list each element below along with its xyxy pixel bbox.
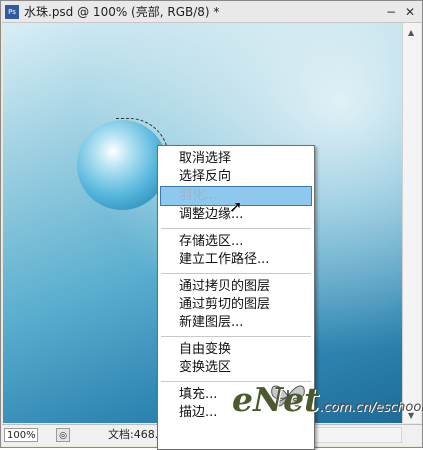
- zoom-field[interactable]: 100%: [4, 428, 38, 442]
- menu-item-deselect[interactable]: 取消选择: [158, 150, 314, 168]
- minimize-icon[interactable]: −: [385, 6, 397, 18]
- menu-item-transform-selection[interactable]: 变换选区: [158, 359, 314, 377]
- close-icon[interactable]: ✕: [404, 6, 416, 18]
- menu-item-layer-via-cut[interactable]: 通过剪切的图层: [158, 296, 314, 314]
- scroll-up-icon[interactable]: ▲: [408, 28, 414, 37]
- title-bar[interactable]: Ps 水珠.psd @ 100% (亮部, RGB/8) * − ✕: [2, 2, 422, 23]
- watermark: eNet.com.cn/eschool: [232, 380, 423, 419]
- menu-item-select-inverse[interactable]: 选择反向: [158, 168, 314, 186]
- menu-item-make-work-path[interactable]: 建立工作路径...: [158, 251, 314, 269]
- menu-item-free-transform[interactable]: 自由变换: [158, 341, 314, 359]
- menu-separator: [161, 336, 311, 337]
- menu-item-layer-via-copy[interactable]: 通过拷贝的图层: [158, 278, 314, 296]
- status-menu-icon[interactable]: ◎: [56, 428, 70, 442]
- watermark-main: eNet: [232, 380, 320, 419]
- watermark-suffix: .com.cn/eschool: [319, 400, 423, 415]
- window-title: 水珠.psd @ 100% (亮部, RGB/8) *: [24, 5, 220, 19]
- ps-icon: Ps: [5, 5, 19, 19]
- menu-separator: [161, 228, 311, 229]
- menu-separator: [161, 273, 311, 274]
- menu-item-save-selection[interactable]: 存储选区...: [158, 233, 314, 251]
- pointer-cursor-icon: ➚: [229, 197, 243, 216]
- menu-item-new-layer[interactable]: 新建图层...: [158, 314, 314, 332]
- vertical-scrollbar[interactable]: ▲ ▼: [402, 23, 421, 423]
